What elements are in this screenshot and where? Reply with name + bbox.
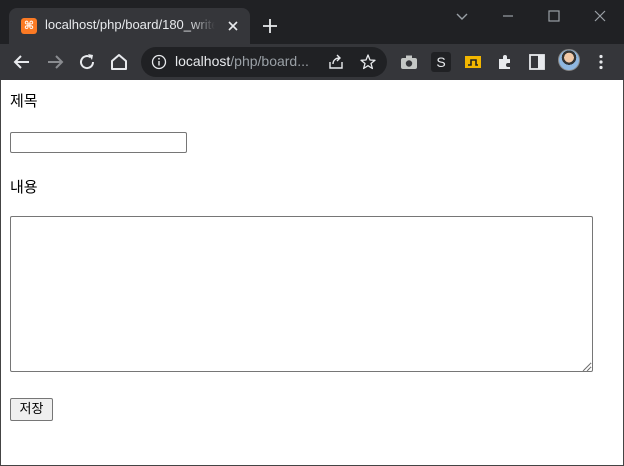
camera-extension-icon[interactable] [399, 52, 419, 72]
extensions-puzzle-icon[interactable] [495, 52, 515, 72]
maximize-icon[interactable] [544, 6, 564, 26]
url-path: /php/board... [230, 53, 309, 69]
bookmark-star-icon[interactable] [359, 53, 377, 71]
tab-search-chevron-icon[interactable] [452, 6, 472, 26]
profile-avatar[interactable] [558, 49, 580, 71]
save-button[interactable]: 저장 [10, 398, 53, 421]
back-arrow-icon[interactable] [10, 50, 34, 74]
url-text: localhost/php/board... [175, 53, 325, 71]
site-info-icon[interactable] [151, 54, 167, 70]
s-extension-icon[interactable]: S [431, 52, 451, 72]
title-label: 제목 [10, 92, 38, 110]
browser-titlebar: ⌘ localhost/php/board/180_writeF [0, 0, 624, 44]
xampp-favicon-icon: ⌘ [21, 18, 37, 34]
textarea-resize-grip-icon[interactable] [579, 360, 591, 372]
address-bar[interactable]: localhost/php/board... [141, 47, 387, 77]
cast-extension-icon[interactable] [463, 52, 483, 72]
tab-title: localhost/php/board/180_writeF [45, 17, 215, 32]
browser-tab[interactable]: ⌘ localhost/php/board/180_writeF [9, 8, 250, 44]
side-panel-icon[interactable] [527, 52, 547, 72]
close-window-icon[interactable] [590, 6, 610, 26]
page-viewport: 제목 내용 저장 [0, 80, 624, 466]
reload-icon[interactable] [75, 50, 99, 74]
close-tab-icon[interactable] [224, 17, 242, 35]
new-tab-icon[interactable] [259, 15, 281, 37]
url-host: localhost [175, 53, 231, 69]
browser-toolbar: localhost/php/board... S [0, 44, 624, 80]
forward-arrow-icon[interactable] [43, 50, 67, 74]
share-icon[interactable] [327, 53, 345, 71]
content-label: 내용 [10, 178, 38, 196]
minimize-icon[interactable] [498, 6, 518, 26]
title-input[interactable] [10, 132, 187, 153]
home-icon[interactable] [107, 50, 131, 74]
more-menu-icon[interactable] [591, 52, 611, 72]
content-textarea[interactable] [10, 216, 593, 372]
